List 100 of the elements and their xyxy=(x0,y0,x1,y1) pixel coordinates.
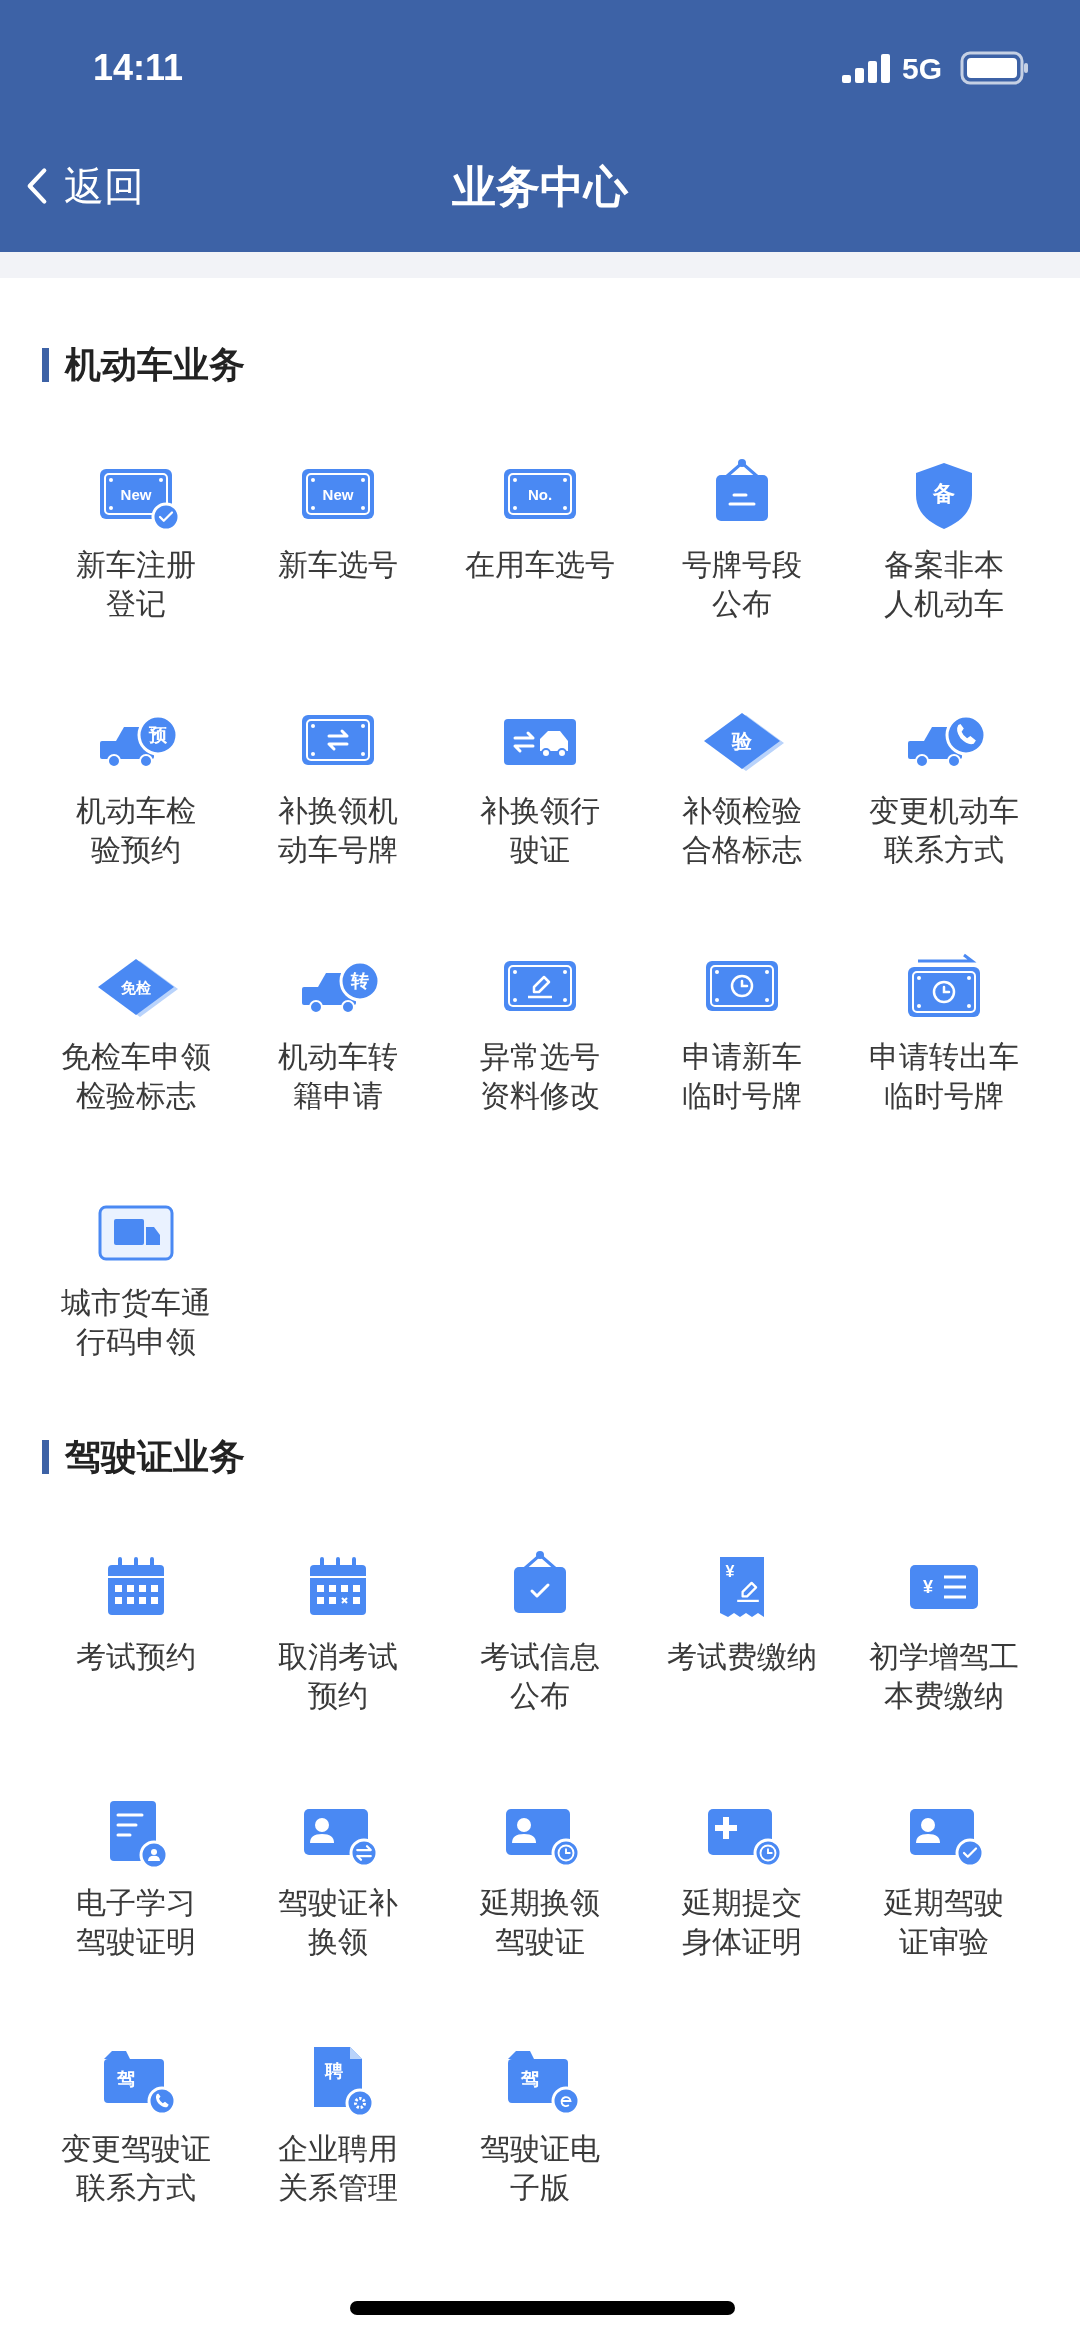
service-label[interactable]: 临时号牌 xyxy=(884,1076,1004,1115)
service-label[interactable]: 关系管理 xyxy=(278,2168,398,2207)
service-label[interactable]: 人机动车 xyxy=(884,584,1004,623)
service-label[interactable]: 驾驶证电 xyxy=(480,2129,600,2168)
document-icon xyxy=(110,1801,169,1870)
service-label[interactable]: 初学增驾工 xyxy=(869,1637,1019,1676)
service-label[interactable]: 变更机动车 xyxy=(869,791,1019,830)
section-title: 驾驶证业务 xyxy=(65,1435,245,1479)
service-label[interactable]: 考试费缴纳 xyxy=(667,1637,817,1676)
icon-glyph: 免检 xyxy=(121,978,151,996)
id-card-icon xyxy=(708,1809,783,1868)
service-label[interactable]: 延期提交 xyxy=(682,1883,802,1922)
license-plate-icon xyxy=(706,961,778,1011)
service-label[interactable]: 驾驶证明 xyxy=(76,1922,196,1961)
service-label[interactable]: 在用车选号 xyxy=(465,545,615,584)
section-title: 机动车业务 xyxy=(65,343,245,387)
truck-icon xyxy=(302,960,381,1014)
icon-glyph: ¥ xyxy=(725,1562,735,1580)
service-label[interactable]: 驾驶证 xyxy=(495,1922,585,1961)
service-label[interactable]: 公布 xyxy=(510,1676,570,1715)
service-label[interactable]: 考试预约 xyxy=(76,1637,196,1676)
service-label[interactable]: 驾驶证补 xyxy=(278,1883,398,1922)
service-label[interactable]: 资料修改 xyxy=(480,1076,600,1115)
service-label[interactable]: 电子学习 xyxy=(76,1883,196,1922)
service-label[interactable]: 动车号牌 xyxy=(278,830,398,869)
service-label[interactable]: 检验标志 xyxy=(76,1076,196,1115)
section-marker xyxy=(42,1440,49,1474)
truck-card-icon xyxy=(98,1205,174,1261)
license-plate-icon xyxy=(100,469,181,532)
service-label[interactable]: 证审验 xyxy=(899,1922,989,1961)
hanging-sign-icon xyxy=(716,459,768,521)
service-label[interactable]: 取消考试 xyxy=(278,1637,398,1676)
service-label[interactable]: 本费缴纳 xyxy=(884,1676,1004,1715)
service-label[interactable]: 新车注册 xyxy=(76,545,196,584)
back-chevron-icon xyxy=(26,167,48,205)
car-swap-icon xyxy=(504,719,576,765)
service-label[interactable]: 备案非本 xyxy=(884,545,1004,584)
icon-glyph: New xyxy=(120,485,152,503)
section-marker xyxy=(42,348,49,382)
license-plate-icon xyxy=(908,953,980,1017)
service-label[interactable]: 机动车检 xyxy=(76,791,196,830)
icon-glyph: ¥ xyxy=(923,1577,933,1597)
service-label[interactable]: 申请转出车 xyxy=(869,1037,1019,1076)
service-label[interactable]: 新车选号 xyxy=(278,545,398,584)
service-label[interactable]: 申请新车 xyxy=(682,1037,802,1076)
hanging-sign-icon xyxy=(514,1551,566,1613)
folder-icon xyxy=(104,2051,177,2116)
service-label[interactable]: 补换领行 xyxy=(480,791,600,830)
service-label[interactable]: 机动车转 xyxy=(278,1037,398,1076)
truck-icon xyxy=(100,714,179,768)
service-label[interactable]: 考试信息 xyxy=(480,1637,600,1676)
service-label[interactable]: 免检车申领 xyxy=(61,1037,211,1076)
diamond-icon xyxy=(98,959,178,1017)
id-card-icon xyxy=(506,1809,581,1868)
icon-glyph: 驾 xyxy=(117,2069,135,2089)
icon-glyph: No. xyxy=(527,485,553,503)
service-label[interactable]: 延期换领 xyxy=(480,1883,600,1922)
service-label[interactable]: 换领 xyxy=(308,1922,368,1961)
service-label[interactable]: 子版 xyxy=(510,2168,570,2207)
document-icon xyxy=(314,2047,375,2118)
id-card-icon xyxy=(304,1809,379,1868)
service-label[interactable]: 变更驾驶证 xyxy=(61,2129,211,2168)
shield-icon xyxy=(916,463,972,529)
icon-glyph: 转 xyxy=(351,971,369,991)
service-label[interactable]: 合格标志 xyxy=(682,830,802,869)
service-label[interactable]: 联系方式 xyxy=(76,2168,196,2207)
service-label[interactable]: 号牌号段 xyxy=(682,545,802,584)
service-label[interactable]: 驶证 xyxy=(510,830,570,869)
service-label[interactable]: 补领检验 xyxy=(682,791,802,830)
calendar-icon xyxy=(309,1557,367,1615)
status-time: 14:11 xyxy=(93,46,184,90)
service-label[interactable]: 登记 xyxy=(106,584,166,623)
service-label[interactable]: 异常选号 xyxy=(480,1037,600,1076)
service-label[interactable]: 身体证明 xyxy=(682,1922,802,1961)
icon-glyph: 预 xyxy=(149,725,167,745)
service-label[interactable]: 补换领机 xyxy=(278,791,398,830)
icon-glyph: New xyxy=(322,485,354,503)
back-button[interactable]: 返回 xyxy=(26,156,144,216)
service-label[interactable]: 城市货车通 xyxy=(61,1283,211,1322)
service-label[interactable]: 预约 xyxy=(308,1676,368,1715)
license-plate-icon xyxy=(504,961,576,1011)
folder-icon xyxy=(508,2051,581,2116)
license-plate-icon xyxy=(504,469,576,519)
service-label[interactable]: 企业聘用 xyxy=(278,2129,398,2168)
service-label[interactable]: 延期驾驶 xyxy=(884,1883,1004,1922)
diamond-icon xyxy=(704,713,784,771)
icon-glyph: 验 xyxy=(732,730,752,752)
service-label[interactable]: 临时号牌 xyxy=(682,1076,802,1115)
icon-glyph: 聘 xyxy=(325,2061,343,2081)
service-label[interactable]: 行码申领 xyxy=(76,1322,196,1361)
battery-icon xyxy=(960,51,1030,85)
network-label: 5G xyxy=(901,50,942,87)
signal-icon xyxy=(841,53,890,83)
service-label[interactable]: 验预约 xyxy=(91,830,181,869)
receipt-icon xyxy=(720,1557,764,1617)
service-label[interactable]: 公布 xyxy=(712,584,772,623)
service-label[interactable]: 籍申请 xyxy=(293,1076,383,1115)
payment-card-icon xyxy=(910,1565,978,1609)
icon-glyph: 驾 xyxy=(521,2069,539,2089)
service-label[interactable]: 联系方式 xyxy=(884,830,1004,869)
